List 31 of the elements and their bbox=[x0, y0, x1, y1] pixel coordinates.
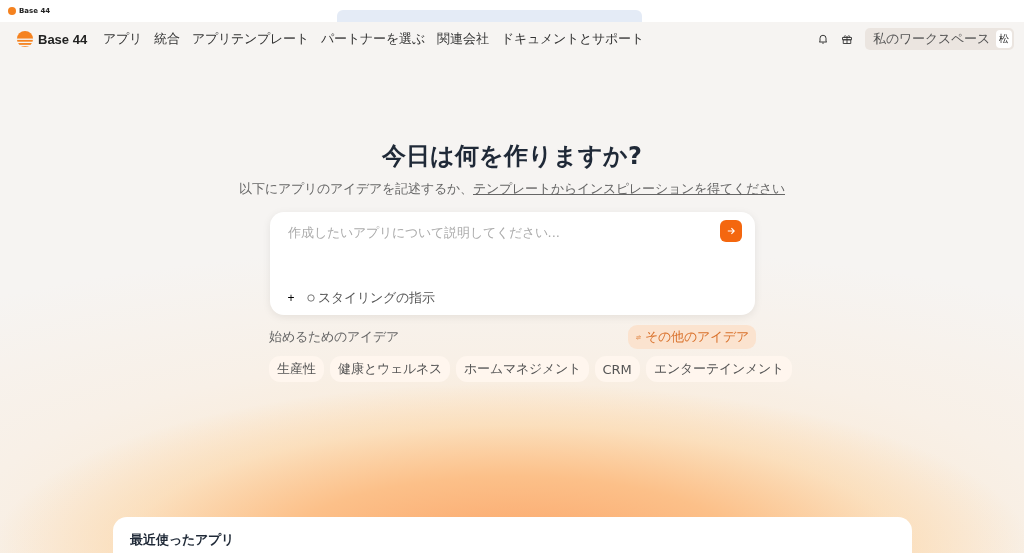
workspace-switcher[interactable]: 私のワークスペース 松 bbox=[865, 28, 1014, 50]
nav-link[interactable]: アプリテンプレート bbox=[192, 30, 310, 48]
nav-link[interactable]: 統合 bbox=[154, 30, 181, 48]
hero-subtitle: 以下にアプリのアイデアを記述するか、 bbox=[239, 181, 473, 196]
palette-icon bbox=[306, 294, 315, 302]
nav-link[interactable]: アプリ bbox=[103, 30, 143, 48]
hero-title: 今日は何を作りますか? bbox=[382, 141, 642, 172]
prompt-field[interactable]: 作成したいアプリについて説明してください... + スタイリングの指示 bbox=[269, 212, 755, 315]
gift-icon[interactable] bbox=[841, 33, 853, 45]
idea-chip[interactable]: CRM bbox=[594, 356, 640, 382]
add-button[interactable]: + bbox=[283, 291, 299, 305]
send-button[interactable] bbox=[719, 220, 742, 242]
logo[interactable]: Base 44 bbox=[16, 30, 88, 48]
styling-button[interactable]: スタイリングの指示 bbox=[306, 289, 435, 307]
idea-chip[interactable]: 健康とウェルネス bbox=[329, 356, 450, 382]
nav-link[interactable]: 関連会社 bbox=[437, 30, 490, 48]
nav-link[interactable]: ドキュメントとサポート bbox=[501, 30, 645, 48]
logo-icon bbox=[16, 30, 34, 48]
idea-chip[interactable]: ホームマネジメント bbox=[455, 356, 589, 382]
recent-apps-title: 最近使ったアプリ bbox=[130, 531, 235, 549]
ideas-label: 始めるためのアイデア bbox=[268, 328, 399, 346]
bell-icon[interactable] bbox=[817, 33, 829, 45]
refresh-icon bbox=[634, 333, 642, 341]
logo-icon bbox=[8, 7, 16, 15]
idea-chip[interactable]: 生産性 bbox=[268, 356, 324, 382]
arrow-icon bbox=[726, 227, 735, 235]
workspace-name: 私のワークスペース bbox=[873, 30, 990, 48]
nav-link[interactable]: パートナーを選ぶ bbox=[321, 30, 426, 48]
templates-link[interactable]: テンプレートからインスピレーションを得てください bbox=[473, 181, 785, 196]
idea-chip[interactable]: エンターテインメント bbox=[645, 356, 792, 382]
avatar[interactable]: 松 bbox=[996, 30, 1012, 48]
